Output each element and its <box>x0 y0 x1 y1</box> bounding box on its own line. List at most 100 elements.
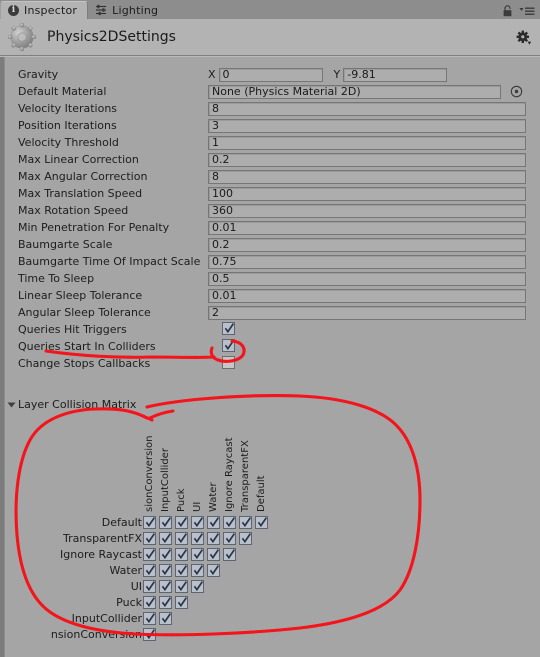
vector-x-axis-label: X <box>208 68 216 81</box>
property-input[interactable]: 0.01 <box>208 288 526 303</box>
matrix-checkbox[interactable] <box>143 563 156 577</box>
tab-inspector-label: Inspector <box>24 4 78 17</box>
property-row: Velocity Iterations 8 <box>5 100 540 117</box>
property-row: Max Translation Speed 100 <box>5 185 540 202</box>
matrix-checkbox[interactable] <box>159 547 172 561</box>
matrix-cell <box>159 515 175 529</box>
property-input[interactable]: 2 <box>208 305 526 320</box>
matrix-checkbox[interactable] <box>191 531 204 545</box>
property-list: Gravity X 0 Y -9.81 Default Material None (Phy… <box>5 66 540 372</box>
property-row: Time To Sleep 0.5 <box>5 270 540 287</box>
property-input[interactable]: 360 <box>208 203 526 218</box>
property-label: Angular Sleep Tolerance <box>18 306 151 319</box>
matrix-cell <box>159 547 175 561</box>
matrix-checkbox[interactable] <box>143 547 156 561</box>
matrix-checkbox[interactable] <box>159 611 172 625</box>
inspector-body: Gravity X 0 Y -9.81 Default Material None (Phy… <box>0 56 540 657</box>
matrix-checkbox[interactable] <box>207 547 220 561</box>
info-icon: i <box>8 5 19 16</box>
property-input[interactable]: 3 <box>208 118 526 133</box>
matrix-checkbox[interactable] <box>223 547 236 561</box>
matrix-checkbox[interactable] <box>143 595 156 609</box>
tab-lighting-label: Lighting <box>112 3 159 17</box>
hamburger-menu-icon[interactable] <box>519 6 535 17</box>
property-input[interactable]: 0.01 <box>208 220 526 235</box>
matrix-checkbox[interactable] <box>223 515 236 529</box>
property-label: Queries Hit Triggers <box>18 323 127 336</box>
property-row: Position Iterations 3 <box>5 117 540 134</box>
object-picker-icon[interactable] <box>501 85 523 98</box>
property-row: Queries Start In Colliders <box>5 338 540 355</box>
matrix-checkbox[interactable] <box>143 611 156 625</box>
matrix-row-cells <box>143 531 255 545</box>
matrix-checkbox[interactable] <box>239 531 252 545</box>
matrix-checkbox[interactable] <box>143 531 156 545</box>
matrix-column-header: Ignore Raycast <box>223 415 239 512</box>
matrix-checkbox[interactable] <box>223 531 236 545</box>
matrix-checkbox[interactable] <box>207 531 220 545</box>
matrix-cell <box>239 515 255 529</box>
property-checkbox[interactable] <box>222 321 235 335</box>
property-input[interactable]: 0.2 <box>208 152 526 167</box>
property-row: Angular Sleep Tolerance 2 <box>5 304 540 321</box>
property-input[interactable]: 0.75 <box>208 254 526 269</box>
layer-collision-matrix-title: Layer Collision Matrix <box>18 398 137 411</box>
lock-icon[interactable] <box>502 5 513 17</box>
matrix-checkbox[interactable] <box>175 547 188 561</box>
property-checkbox[interactable] <box>222 355 235 369</box>
chevron-down-icon <box>7 402 16 407</box>
matrix-checkbox[interactable] <box>159 595 172 609</box>
layer-collision-matrix-foldout[interactable]: Layer Collision Matrix <box>5 396 136 413</box>
matrix-row: Default <box>0 514 540 530</box>
property-checkbox[interactable] <box>222 338 235 352</box>
tab-inspector[interactable]: i Inspector <box>0 1 89 19</box>
matrix-checkbox[interactable] <box>175 531 188 545</box>
matrix-checkbox[interactable] <box>191 563 204 577</box>
matrix-checkbox[interactable] <box>159 531 172 545</box>
tab-lighting[interactable]: Lighting <box>88 1 168 19</box>
matrix-checkbox[interactable] <box>175 515 188 529</box>
lighting-icon <box>95 4 107 16</box>
matrix-row: nsionConversion <box>0 626 540 642</box>
matrix-checkbox[interactable] <box>191 547 204 561</box>
matrix-checkbox[interactable] <box>239 515 252 529</box>
gravity-y-input[interactable]: -9.81 <box>343 67 448 82</box>
matrix-checkbox[interactable] <box>175 579 188 593</box>
default-material-field[interactable]: None (Physics Material 2D) <box>208 84 501 99</box>
matrix-row-label: Water <box>109 563 142 577</box>
property-input[interactable]: 8 <box>208 169 526 184</box>
page-title: Physics2DSettings <box>47 29 176 45</box>
matrix-row-cells <box>143 515 271 529</box>
property-input[interactable]: 1 <box>208 135 526 150</box>
matrix-cell <box>175 579 191 593</box>
matrix-cell <box>223 515 239 529</box>
property-input[interactable]: 8 <box>208 101 526 116</box>
property-input[interactable]: 0.2 <box>208 237 526 252</box>
property-label: Linear Sleep Tolerance <box>18 289 143 302</box>
matrix-checkbox[interactable] <box>143 579 156 593</box>
matrix-checkbox[interactable] <box>175 595 188 609</box>
matrix-cell <box>207 563 223 577</box>
matrix-checkbox[interactable] <box>159 563 172 577</box>
matrix-checkbox[interactable] <box>207 563 220 577</box>
matrix-row-cells <box>143 579 207 593</box>
property-label: Change Stops Callbacks <box>18 357 151 370</box>
property-input[interactable]: 0.5 <box>208 271 526 286</box>
matrix-cell <box>159 579 175 593</box>
matrix-checkbox[interactable] <box>143 627 156 641</box>
matrix-checkbox[interactable] <box>143 515 156 529</box>
gravity-x-input[interactable]: 0 <box>218 67 323 82</box>
matrix-checkbox[interactable] <box>207 515 220 529</box>
matrix-row: Ignore Raycast <box>0 546 540 562</box>
property-input[interactable]: 100 <box>208 186 526 201</box>
matrix-row-cells <box>143 611 175 625</box>
matrix-checkbox[interactable] <box>175 563 188 577</box>
matrix-checkbox[interactable] <box>159 515 172 529</box>
matrix-row-label: Ignore Raycast <box>60 547 142 561</box>
matrix-checkbox[interactable] <box>159 579 172 593</box>
matrix-cell <box>159 531 175 545</box>
property-row: Linear Sleep Tolerance 0.01 <box>5 287 540 304</box>
matrix-checkbox[interactable] <box>191 515 204 529</box>
matrix-checkbox[interactable] <box>255 515 268 529</box>
matrix-checkbox[interactable] <box>191 579 204 593</box>
